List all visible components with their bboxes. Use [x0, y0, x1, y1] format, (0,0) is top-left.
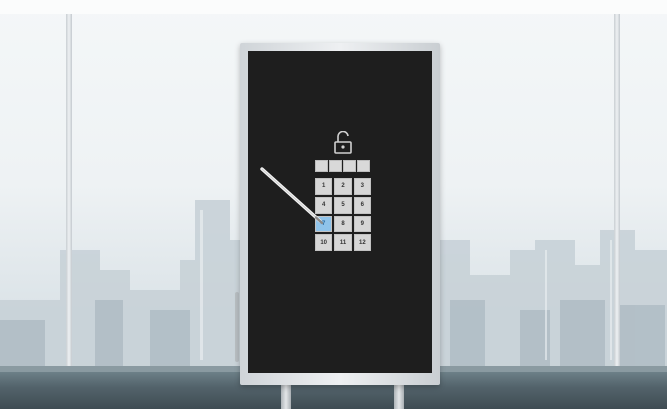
key-3[interactable]: 3: [353, 178, 371, 195]
unlocked-padlock-icon: [334, 131, 352, 154]
ceiling-edge: [0, 0, 667, 14]
key-6[interactable]: 6: [353, 196, 371, 214]
key-12[interactable]: 12: [353, 234, 371, 251]
key-11[interactable]: 11: [334, 234, 352, 251]
kiosk-leg-right: [394, 384, 404, 409]
window-frame-left: [66, 14, 72, 409]
key-10[interactable]: 10: [315, 234, 333, 251]
pin-box: [357, 160, 370, 172]
pin-box: [343, 160, 356, 172]
key-9[interactable]: 9: [353, 215, 371, 233]
window-frame-right: [614, 14, 620, 409]
kiosk-side-handle: [235, 292, 239, 362]
stylus-pen-icon: [260, 167, 324, 225]
kiosk-leg-left: [281, 384, 291, 409]
